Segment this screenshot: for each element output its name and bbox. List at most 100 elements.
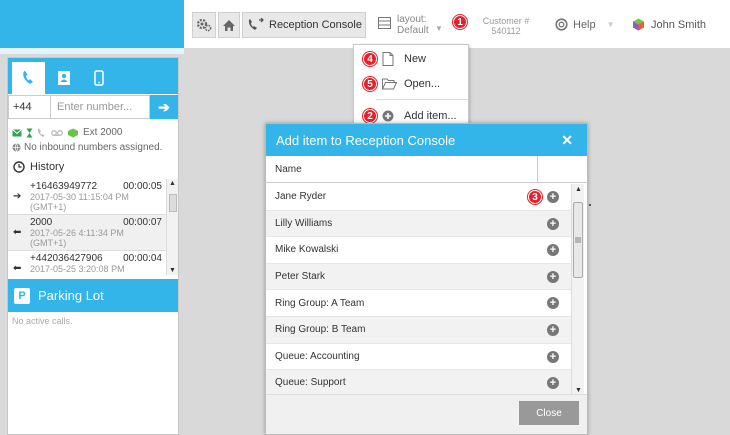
scroll-thumb[interactable] [573, 202, 583, 278]
scroll-down-icon[interactable]: ▼ [575, 387, 582, 394]
add-icon[interactable]: + [547, 377, 559, 390]
menu-open-label: Open... [404, 78, 441, 90]
voicemail-icon[interactable] [51, 129, 63, 137]
scroll-down-icon[interactable]: ▼ [169, 267, 176, 274]
menu-item-new[interactable]: 4 New [354, 47, 468, 71]
history-date: 2017-05-25 3:20:08 PM [30, 264, 125, 274]
reception-console-label: Reception Console [269, 19, 362, 31]
list-item[interactable]: Lilly Williams + [266, 210, 571, 238]
brand-strip [0, 48, 184, 54]
item-name: Peter Stark [275, 271, 326, 283]
add-item-dialog: Add item to Reception Console ✕ Name Jan… [265, 123, 588, 435]
list-item[interactable]: Peter Stark + [266, 263, 571, 291]
history-item[interactable]: ⬅ 2000 00:00:07 2017-05-26 4:11:34 PM (G… [8, 215, 166, 251]
list-item[interactable]: Ring Group: B Team + [266, 316, 571, 344]
user-name: John Smith [651, 18, 707, 31]
cursor-dot [589, 204, 591, 206]
history-item[interactable]: ⬅ +442036427906 00:00:04 2017-05-25 3:20… [8, 251, 166, 275]
phone-icon [22, 71, 33, 84]
column-header: Name [266, 156, 587, 183]
history-list: ➔ +16463949772 00:00:05 2017-05-30 11:15… [8, 179, 166, 275]
layout-label: layout: [397, 14, 427, 25]
add-icon[interactable]: + [547, 323, 559, 336]
tab-mobile[interactable] [82, 62, 115, 94]
parking-title: Parking Lot [38, 288, 104, 303]
country-code-field[interactable]: +44 [8, 95, 51, 119]
item-name: Ring Group: B Team [275, 324, 366, 336]
arrow-right-icon: ➔ [158, 98, 170, 115]
add-icon[interactable]: + [547, 217, 559, 230]
settings-button[interactable] [192, 12, 216, 38]
parking-lot-header: P Parking Lot [8, 279, 178, 312]
home-button[interactable] [218, 12, 240, 38]
scroll-thumb[interactable] [169, 194, 177, 212]
menu-add-item-label: Add item... [404, 110, 457, 122]
close-icon[interactable]: ✕ [561, 132, 573, 149]
list-item[interactable]: Jane Ryder 3 + [266, 184, 571, 211]
layout-selector[interactable]: layout: Default [378, 14, 429, 36]
gears-icon [196, 18, 212, 32]
history-duration: 00:00:05 [123, 181, 162, 192]
add-circle-icon [382, 110, 394, 122]
help-menu[interactable]: Help ▼ [555, 18, 615, 31]
dial-row: +44 Enter number... ➔ [8, 95, 178, 119]
history-timezone: (GMT+1) [30, 238, 67, 248]
mobile-phone-icon [93, 70, 104, 86]
list-item[interactable]: Ring Group: A Team + [266, 290, 571, 317]
call-forward-icon[interactable] [37, 128, 47, 138]
history-item[interactable]: ➔ +16463949772 00:00:05 2017-05-30 11:15… [8, 179, 166, 215]
item-name: Jane Ryder [275, 191, 327, 203]
item-name: Mike Kowalski [275, 244, 339, 256]
history-timezone: (GMT+1) [30, 202, 67, 212]
item-name: Lilly Williams [275, 217, 333, 229]
menu-item-open[interactable]: 5 Open... [354, 72, 468, 96]
chevron-down-icon: ▼ [606, 20, 615, 29]
step-badge: 2 [363, 109, 377, 123]
hourglass-icon[interactable] [26, 128, 33, 138]
list-item[interactable]: Queue: Accounting + [266, 344, 571, 371]
grid-icon [378, 17, 391, 29]
list-item[interactable]: Queue: Support + [266, 370, 571, 396]
add-icon[interactable]: + [547, 350, 559, 363]
dialog-scrollbar[interactable]: ▲ ▼ [571, 184, 584, 396]
reception-console-button[interactable]: Reception Console [242, 12, 366, 38]
add-icon[interactable]: + [547, 297, 559, 310]
item-name: Queue: Support [275, 377, 346, 389]
contact-card-icon [57, 71, 70, 85]
history-date: 2017-05-30 11:15:04 PM [30, 192, 129, 202]
presence-icon[interactable] [67, 128, 79, 138]
scroll-up-icon[interactable]: ▲ [575, 186, 582, 193]
dialog-header: Add item to Reception Console ✕ [266, 124, 587, 156]
chevron-down-icon[interactable]: ▼ [435, 24, 443, 33]
status-row: Ext 2000 [12, 127, 122, 138]
list-item[interactable]: Mike Kowalski + [266, 237, 571, 264]
parking-icon: P [14, 287, 30, 304]
add-icon[interactable]: + [547, 270, 559, 283]
left-panel: +44 Enter number... ➔ Ext 2000 No inboun… [7, 57, 179, 435]
phone-transfer-icon [248, 18, 264, 30]
tab-contacts[interactable] [47, 62, 80, 94]
phone-number-input[interactable]: Enter number... [51, 95, 150, 119]
add-icon[interactable]: + [547, 244, 559, 257]
column-name-label[interactable]: Name [275, 164, 302, 175]
menu-new-label: New [404, 53, 427, 65]
dialog-title: Add item to Reception Console [276, 132, 456, 148]
add-icon[interactable]: + [547, 191, 559, 203]
customer-number: Customer # 540112 [480, 16, 532, 36]
menu-divider [376, 99, 468, 100]
outgoing-call-icon: ➔ [13, 191, 22, 202]
incoming-call-icon: ⬅ [13, 227, 22, 238]
close-button[interactable]: Close [519, 401, 579, 425]
lifebuoy-icon [555, 18, 568, 31]
dial-button[interactable]: ➔ [150, 95, 178, 119]
tab-phone[interactable] [12, 62, 45, 94]
inbound-status: No inbound numbers assigned. [12, 142, 162, 153]
history-scrollbar[interactable]: ▲ ▼ [166, 179, 178, 275]
scroll-up-icon[interactable]: ▲ [169, 180, 176, 187]
envelope-icon[interactable] [12, 128, 22, 137]
history-title: History [30, 161, 65, 173]
parking-empty-text: No active calls. [12, 316, 73, 326]
user-menu[interactable]: John Smith [632, 18, 706, 31]
customer-label: Customer # [482, 16, 530, 26]
grip-icon [575, 237, 581, 243]
